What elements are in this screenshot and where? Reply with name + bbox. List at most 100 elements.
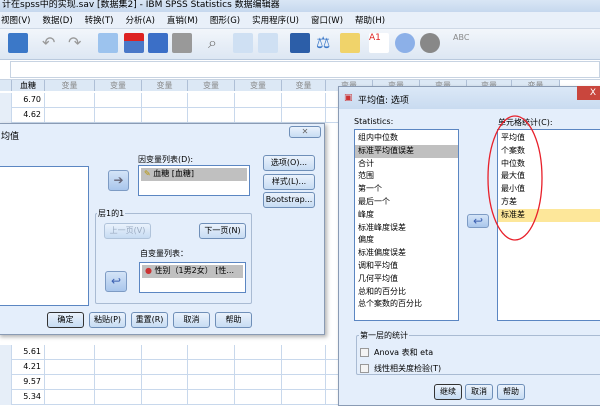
- statistics-item[interactable]: 几何平均值: [355, 273, 458, 286]
- empty-cell[interactable]: [95, 390, 142, 405]
- split-file-icon[interactable]: [233, 33, 253, 53]
- cell-editor-input[interactable]: [10, 61, 600, 78]
- weight-cases-icon[interactable]: ⚖: [316, 33, 336, 53]
- empty-cell[interactable]: [142, 360, 188, 375]
- run-script-icon[interactable]: [172, 33, 192, 53]
- find-icon[interactable]: ⌕: [208, 33, 228, 53]
- paste-button[interactable]: 粘贴(P): [89, 312, 126, 328]
- ok-button[interactable]: 确定: [47, 312, 84, 328]
- empty-cell[interactable]: [45, 93, 95, 108]
- reset-button[interactable]: 重置(R): [131, 312, 168, 328]
- empty-cell[interactable]: [282, 390, 326, 405]
- empty-cell[interactable]: [95, 375, 142, 390]
- empty-cell[interactable]: [95, 345, 142, 360]
- row-header[interactable]: [0, 390, 12, 405]
- spell-check-icon[interactable]: ABC: [453, 33, 473, 53]
- previous-layer-button[interactable]: 上一页(V): [104, 223, 151, 239]
- dependent-list[interactable]: ✎ 血糖 [血糖]: [138, 165, 250, 196]
- statistics-item[interactable]: 偏度: [355, 234, 458, 247]
- row-header[interactable]: [0, 93, 12, 108]
- value-cell[interactable]: 4.62: [12, 108, 45, 123]
- menu-item[interactable]: 转换(T): [85, 14, 114, 26]
- empty-cell[interactable]: [45, 390, 95, 405]
- close-button[interactable]: X: [577, 86, 600, 100]
- empty-cell[interactable]: [188, 375, 235, 390]
- move-to-independent-button[interactable]: ↩: [105, 271, 127, 292]
- statistics-item[interactable]: 第一个: [355, 183, 458, 196]
- select-cases-icon[interactable]: [258, 33, 278, 53]
- row-header[interactable]: [0, 360, 12, 375]
- empty-cell[interactable]: [142, 390, 188, 405]
- menu-item[interactable]: 分析(A): [125, 14, 154, 26]
- statistics-item[interactable]: 范围: [355, 170, 458, 183]
- empty-cell[interactable]: [235, 360, 282, 375]
- circles-icon[interactable]: [420, 33, 440, 53]
- bootstrap-button[interactable]: Bootstrap...: [263, 192, 315, 208]
- value-cell[interactable]: 6.70: [12, 93, 45, 108]
- statistics-item[interactable]: 最后一个: [355, 196, 458, 209]
- menu-item[interactable]: 实用程序(U): [252, 14, 299, 26]
- use-sets-icon[interactable]: [340, 33, 360, 53]
- close-button[interactable]: ✕: [289, 126, 321, 138]
- style-button[interactable]: 样式(L)...: [263, 174, 315, 190]
- empty-cell[interactable]: [142, 108, 188, 123]
- redo-icon[interactable]: ↷: [68, 33, 88, 53]
- value-cell[interactable]: 4.21: [12, 360, 45, 375]
- column-header[interactable]: 变量: [95, 80, 142, 91]
- statistics-item[interactable]: 标准峰度误差: [355, 222, 458, 235]
- empty-cell[interactable]: [142, 93, 188, 108]
- empty-cell[interactable]: [45, 345, 95, 360]
- empty-cell[interactable]: [95, 360, 142, 375]
- empty-cell[interactable]: [188, 360, 235, 375]
- column-header[interactable]: 变量: [235, 80, 282, 91]
- statistics-item[interactable]: 总个案数的百分比: [355, 298, 458, 311]
- options-button[interactable]: 选项(O)...: [263, 155, 315, 171]
- empty-cell[interactable]: [142, 375, 188, 390]
- empty-cell[interactable]: [282, 375, 326, 390]
- value-cell[interactable]: 9.57: [12, 375, 45, 390]
- goto-case-icon[interactable]: [98, 33, 118, 53]
- empty-cell[interactable]: [142, 345, 188, 360]
- empty-cell[interactable]: [235, 108, 282, 123]
- list-item[interactable]: ● 性别（1男2女） [性...: [142, 265, 243, 278]
- menu-item[interactable]: 图形(G): [210, 14, 240, 26]
- empty-cell[interactable]: [282, 108, 326, 123]
- empty-cell[interactable]: [188, 93, 235, 108]
- column-header[interactable]: 变量: [282, 80, 326, 91]
- source-variable-list[interactable]: [0, 166, 89, 306]
- anova-checkbox[interactable]: [360, 348, 369, 357]
- statistics-item[interactable]: 调和平均值: [355, 260, 458, 273]
- row-header[interactable]: [0, 108, 12, 123]
- value-cell[interactable]: 5.61: [12, 345, 45, 360]
- venn-icon[interactable]: [395, 33, 415, 53]
- statistics-item[interactable]: 峰度: [355, 209, 458, 222]
- empty-cell[interactable]: [235, 345, 282, 360]
- list-item[interactable]: ✎ 血糖 [血糖]: [141, 168, 247, 181]
- menu-item[interactable]: 帮助(H): [355, 14, 385, 26]
- statistics-list[interactable]: 组内中位数 标准平均值误差 合计 范围 第一个 最后一个 峰度 标准峰度误差 偏度 标准偏度误差调…: [354, 129, 459, 321]
- empty-cell[interactable]: [95, 93, 142, 108]
- linearity-checkbox[interactable]: [360, 364, 369, 373]
- empty-cell[interactable]: [95, 108, 142, 123]
- column-header[interactable]: 变量: [188, 80, 235, 91]
- empty-cell[interactable]: [282, 93, 326, 108]
- variables-icon[interactable]: [148, 33, 168, 53]
- empty-cell[interactable]: [188, 108, 235, 123]
- next-layer-button[interactable]: 下一页(N): [199, 223, 246, 239]
- statistics-item[interactable]: 总和的百分比: [355, 286, 458, 299]
- continue-button[interactable]: 继续: [434, 384, 462, 400]
- show-labels-icon[interactable]: A1: [369, 33, 389, 53]
- statistics-item[interactable]: 标准平均值误差: [355, 144, 458, 158]
- empty-cell[interactable]: [235, 390, 282, 405]
- column-header[interactable]: 变量: [142, 80, 188, 91]
- independent-list[interactable]: ● 性别（1男2女） [性...: [139, 262, 246, 293]
- row-header[interactable]: [0, 345, 12, 360]
- empty-cell[interactable]: [188, 345, 235, 360]
- empty-cell[interactable]: [235, 375, 282, 390]
- undo-icon[interactable]: ↶: [42, 33, 62, 53]
- empty-cell[interactable]: [45, 375, 95, 390]
- open-data-icon[interactable]: [8, 33, 28, 53]
- value-labels-icon[interactable]: [290, 33, 310, 53]
- column-header[interactable]: 变量: [45, 80, 95, 91]
- value-cell[interactable]: 5.34: [12, 390, 45, 405]
